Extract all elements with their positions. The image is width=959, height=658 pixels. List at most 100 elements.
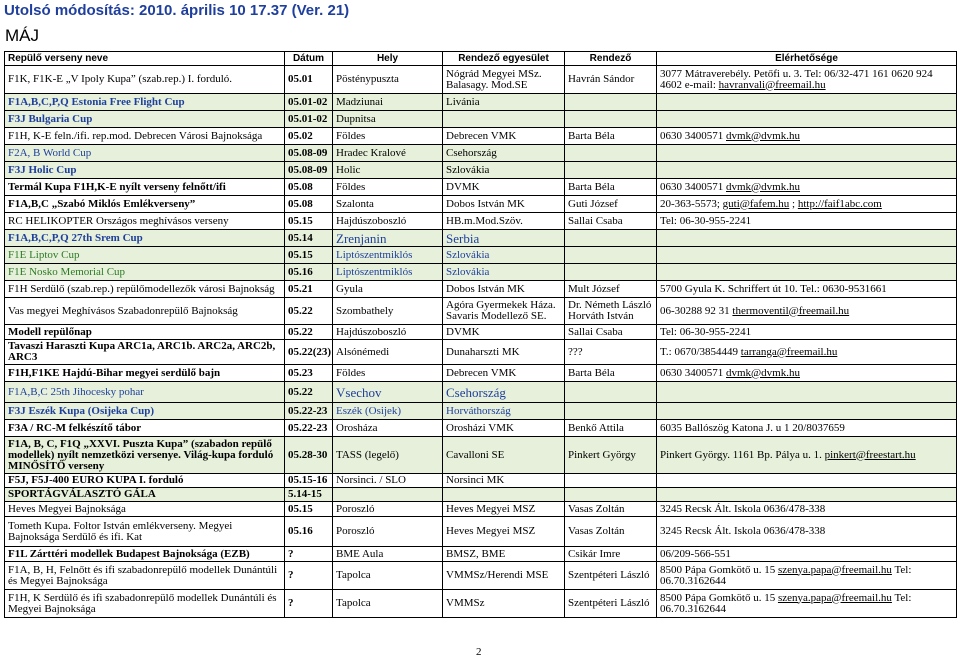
cell-club: Dobos István MK <box>442 195 565 213</box>
cell-org: Benkő Attila <box>564 419 657 437</box>
contact-link[interactable]: pinkert@freestart.hu <box>825 449 916 461</box>
cell-date: ? <box>284 546 333 562</box>
cell-contact: Tel: 06-30-955-2241 <box>656 324 957 340</box>
cell-place: Norsinci. / SLO <box>332 473 443 488</box>
contact-link[interactable]: szenya.papa@freemail.hu <box>778 564 892 576</box>
cell-club: DVMK <box>442 324 565 340</box>
contact-link[interactable]: dvmk@dvmk.hu <box>726 181 800 193</box>
cell-name: Modell repülőnap <box>4 324 285 340</box>
events-table: Repülő verseny neve Dátum Hely Rendező e… <box>4 51 957 618</box>
cell-contact <box>656 487 957 502</box>
table-row: F2A, B World Cup 05.08-09 Hradec Kralové Cs… <box>4 144 957 162</box>
cell-date: 05.22 <box>284 381 333 403</box>
cell-place: Alsónémedi <box>332 339 443 365</box>
contact-link[interactable]: dvmk@dvmk.hu <box>726 367 800 379</box>
cell-place: Szalonta <box>332 195 443 213</box>
cell-name: Tometh Kupa. Foltor István emlékverseny.… <box>4 516 285 547</box>
cell-org: Pinkert György <box>564 436 657 474</box>
cell-club <box>442 487 565 502</box>
cell-contact: 06/209-566-551 <box>656 546 957 562</box>
table-row: F1A,B,C,P,Q 27th Srem Cup 05.14 Zrenjanin S… <box>4 229 957 247</box>
contact-link[interactable]: havranvali@freemail.hu <box>719 79 826 91</box>
cell-name: Vas megyei Meghívásos Szabadonrepülő Baj… <box>4 297 285 325</box>
cell-org <box>564 110 657 128</box>
contact-link[interactable]: http://faif1abc.com <box>798 198 882 210</box>
cell-place: Zrenjanin <box>332 229 443 247</box>
table-row: Vas megyei Meghívásos Szabadonrepülő Baj… <box>4 297 957 325</box>
cell-place: Holic <box>332 161 443 179</box>
cell-date: 05.15 <box>284 246 333 264</box>
contact-link[interactable]: guti@fafem.hu <box>723 198 790 210</box>
cell-date: 05.21 <box>284 280 333 298</box>
cell-date: 05.15-16 <box>284 473 333 488</box>
cell-date: 05.08 <box>284 195 333 213</box>
page-title: Utolsó módosítás: 2010. április 10 17.37… <box>4 2 350 19</box>
cell-date: 05.22 <box>284 324 333 340</box>
cell-org: Guti József <box>564 195 657 213</box>
cell-name: F1H Serdülő (szab.rep.) repülőmodellezők… <box>4 280 285 298</box>
cell-date: 05.08 <box>284 178 333 196</box>
cell-place: Orosháza <box>332 419 443 437</box>
col-header-contact: Elérhetősége <box>656 51 957 66</box>
cell-place: Földes <box>332 178 443 196</box>
table-row: F1A,B,C 25th Jihocesky pohar 05.22 Vsechov… <box>4 381 957 403</box>
cell-name: SPORTÁGVÁLASZTÓ GÁLA <box>4 487 285 502</box>
cell-date: 05.15 <box>284 212 333 230</box>
table-row: F1A, B, C, F1Q „XXVI. Puszta Kupa” (szab… <box>4 436 957 474</box>
cell-name: F1A, B, C, F1Q „XXVI. Puszta Kupa” (szab… <box>4 436 285 474</box>
cell-contact: 8500 Pápa Gomkötő u. 15 szenya.papa@free… <box>656 589 957 618</box>
cell-club: Orosházi VMK <box>442 419 565 437</box>
cell-contact: 0630 3400571 dvmk@dvmk.hu <box>656 364 957 382</box>
table-row: F1H, K Serdülő és ifi szabadonrepülő mod… <box>4 589 957 618</box>
cell-name: Termál Kupa F1H,K-E nyílt verseny felnőt… <box>4 178 285 196</box>
section-heading: MÁJ <box>5 26 39 45</box>
cell-org <box>564 161 657 179</box>
cell-place: Hradec Kralové <box>332 144 443 162</box>
contact-link[interactable]: dvmk@dvmk.hu <box>726 130 800 142</box>
cell-place: Vsechov <box>332 381 443 403</box>
cell-name: F1H, K Serdülő és ifi szabadonrepülő mod… <box>4 589 285 618</box>
cell-date: 05.08-09 <box>284 161 333 179</box>
cell-date: 05.28-30 <box>284 436 333 474</box>
cell-place: Földes <box>332 127 443 145</box>
cell-date: 05.22-23 <box>284 402 333 420</box>
cell-place: Poroszló <box>332 501 443 517</box>
cell-org <box>564 473 657 488</box>
table-row: F3J Holic Cup 05.08-09 Holic Szlovákia <box>4 161 957 179</box>
cell-club: Horváthország <box>442 402 565 420</box>
cell-club: HB.m.Mod.Szöv. <box>442 212 565 230</box>
cell-place: Tapolca <box>332 589 443 618</box>
table-row: F3J Eszék Kupa (Osijeka Cup) 05.22-23 Eszé… <box>4 402 957 420</box>
cell-date: 05.14 <box>284 229 333 247</box>
cell-place: Hajdúszoboszló <box>332 324 443 340</box>
cell-contact: 3245 Recsk Ált. Iskola 0636/478-338 <box>656 516 957 547</box>
cell-contact <box>656 473 957 488</box>
cell-club: Szlovákia <box>442 263 565 281</box>
cell-contact <box>656 229 957 247</box>
table-header-row: Repülő verseny neve Dátum Hely Rendező e… <box>4 51 957 66</box>
cell-date: 05.23 <box>284 364 333 382</box>
cell-org: Csikár Imre <box>564 546 657 562</box>
contact-link[interactable]: thermoventil@freemail.hu <box>732 305 849 317</box>
table-row: Termál Kupa F1H,K-E nyílt verseny felnőt… <box>4 178 957 196</box>
cell-name: F3J Holic Cup <box>4 161 285 179</box>
table-row: F5J, F5J-400 EURO KUPA I. forduló 05.15-1… <box>4 473 957 488</box>
contact-link[interactable]: tarranga@freemail.hu <box>741 346 838 358</box>
cell-org: Barta Béla <box>564 127 657 145</box>
table-row: F1H Serdülő (szab.rep.) repülőmodellezők… <box>4 280 957 298</box>
cell-name: F1A,B,C,P,Q Estonia Free Flight Cup <box>4 93 285 111</box>
cell-club: Nógrád Megyei MSz. Balasagy. Mod.SE <box>442 65 565 94</box>
cell-contact <box>656 110 957 128</box>
cell-contact: 3077 Mátraverebély. Petőfi u. 3. Tel: 06… <box>656 65 957 94</box>
cell-org: Szentpéteri László <box>564 589 657 618</box>
cell-org <box>564 402 657 420</box>
cell-name: F1K, F1K-E „V Ipoly Kupa” (szab.rep.) I.… <box>4 65 285 94</box>
cell-org: Szentpéteri László <box>564 561 657 590</box>
cell-contact: 5700 Gyula K. Schriffert út 10. Tel.: 06… <box>656 280 957 298</box>
cell-name: F3A / RC-M felkészítő tábor <box>4 419 285 437</box>
cell-club: Cavalloni SE <box>442 436 565 474</box>
col-header-date: Dátum <box>284 51 333 66</box>
cell-contact: 6035 Ballószög Katona J. u 1 20/8037659 <box>656 419 957 437</box>
contact-link[interactable]: szenya.papa@freemail.hu <box>778 592 892 604</box>
cell-org: Sallai Csaba <box>564 324 657 340</box>
